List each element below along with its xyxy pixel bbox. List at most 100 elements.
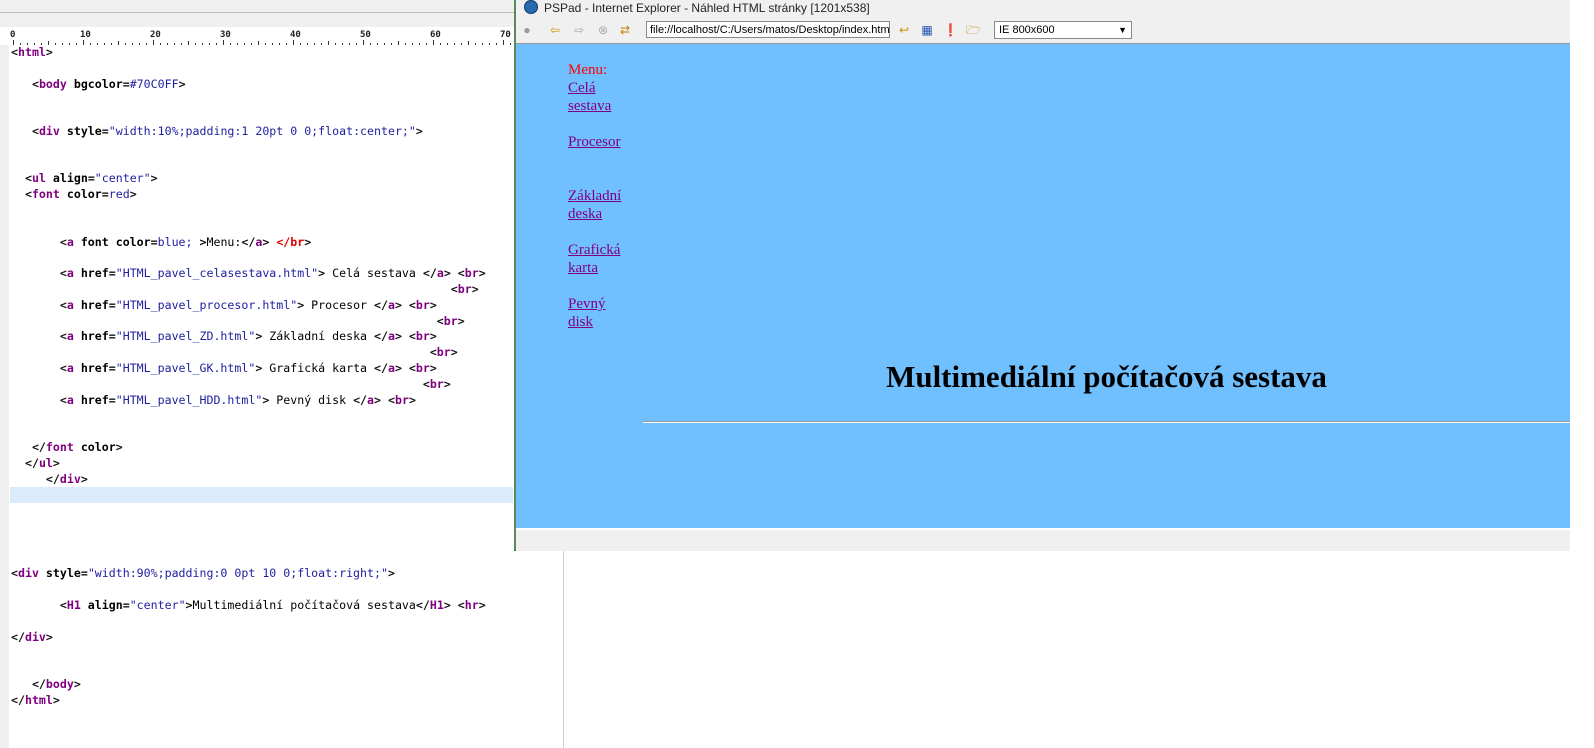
browser-size-select[interactable]: IE 800x600 ▼ [994,21,1132,39]
code-editor[interactable]: 0 10 20 30 40 50 60 70 <html> <body bgcolor=#70… [0,0,564,748]
chevron-down-icon: ▼ [1118,25,1127,35]
link-pevny-disk[interactable]: Pevný disk [568,295,628,331]
code-token: div [59,471,81,486]
ruler-tick [83,40,84,45]
code-token: href [73,297,109,312]
code-token: = [150,234,158,249]
code-token: a [387,329,395,344]
code-token: br [443,313,458,328]
code-token: </ [353,392,368,407]
code-token: br [415,361,430,375]
code-token: </ [11,692,25,707]
go-back-icon[interactable]: ↩ [897,23,911,37]
current-line-highlight [10,487,513,503]
code-token: a [66,266,74,281]
ruler-tick [174,43,175,45]
code-token: > [304,234,312,249]
code-line: <br> [11,377,451,393]
code-token: = [87,171,95,186]
preview-title-bar: PSPad - Internet Explorer - Náhled HTML … [524,0,870,18]
code-token: br [429,376,444,391]
link-procesor[interactable]: Procesor [568,133,628,151]
editor-toolbar [0,13,563,28]
code-token: ul [31,171,46,186]
code-token: Procesor [304,297,375,312]
ruler-tick [496,43,497,45]
ruler-tick [139,43,140,45]
code-line: <a href="HTML_pavel_GK.html"> Grafická k… [11,361,437,377]
ruler-label: 60 [430,30,441,40]
ruler-tick [195,43,196,45]
code-token: "HTML_pavel_HDD.html" [115,392,263,407]
code-token: Menu: [206,234,242,249]
code-token: br [464,266,479,281]
preview-toolbar: ● ⇦ ⇨ ⊗ ⇄ file://localhost/C:/Users/mato… [516,19,1570,41]
link-zakladni-deska[interactable]: Základní deska [568,187,628,223]
ruler-label: 10 [80,30,91,40]
code-token: </ [374,329,388,344]
grid-icon[interactable]: ▦ [920,23,934,37]
ruler-tick [468,41,469,45]
code-token: </ [374,361,388,375]
code-token: font [31,187,60,202]
horizontal-rule [643,421,1570,423]
ruler-tick [328,41,329,45]
code-token: > [429,329,437,344]
code-token: ul [38,455,53,470]
link-graficka-karta[interactable]: Grafická karta [568,241,628,277]
code-token: </br [276,234,305,249]
code-token: > < [443,266,465,281]
code-line: <div style="width:90%;padding:0 0pt 10 0… [11,566,395,582]
code-line: </div> [11,472,88,488]
ruler-tick [118,41,119,45]
code-token: a [66,392,74,407]
code-token: </ [422,266,437,281]
link-cela-sestava[interactable]: Celá sestava [568,79,628,115]
preview-window[interactable]: PSPad - Internet Explorer - Náhled HTML … [514,0,1570,551]
alert-icon[interactable]: ❗ [943,23,958,37]
code-token: style [59,124,102,138]
ruler-tick [314,43,315,45]
refresh-page-icon[interactable]: ⇄ [618,23,632,37]
code-token: blue; [157,234,200,249]
ruler-tick [258,41,259,45]
code-token: Celá sestava [325,266,423,281]
code-token: br [394,392,409,407]
ruler-tick [293,40,294,45]
code-token: hr [464,598,479,612]
ruler-tick [384,43,385,45]
url-field[interactable]: file://localhost/C:/Users/matos/Desktop/… [646,21,890,38]
code-token: "width:10%;padding:1 20pt 0 0;float:cent… [108,124,416,138]
code-token: > [478,598,486,612]
code-token: align [45,171,88,186]
code-token: div [24,629,46,644]
code-line: </font color> [11,440,123,456]
code-token: > [457,313,465,328]
ruler-tick [405,43,406,45]
stop-circle-icon[interactable]: ● [520,23,534,37]
code-token: > [115,440,123,454]
forward-arrow-icon[interactable]: ⇨ [572,23,586,37]
ruler-tick [433,40,434,45]
open-folder-icon[interactable]: 🗁 [966,23,981,37]
back-arrow-icon[interactable]: ⇦ [548,23,562,37]
code-line: <a href="HTML_pavel_celasestava.html"> C… [11,266,486,282]
menu-label: Menu: [568,62,608,78]
code-token: > [478,266,486,281]
code-line: <H1 align="center">Multimediální počítač… [11,598,486,614]
ruler-tick [244,43,245,45]
code-token: = [122,598,130,612]
code-token: = [108,329,116,344]
code-token: html [17,45,46,59]
stop-icon[interactable]: ⊗ [596,23,610,37]
code-token: > < [394,297,416,312]
code-token: color [73,440,116,454]
code-token: > < [394,329,416,344]
ruler-tick [342,43,343,45]
code-token: body [38,76,67,91]
code-token: </ [241,234,256,249]
